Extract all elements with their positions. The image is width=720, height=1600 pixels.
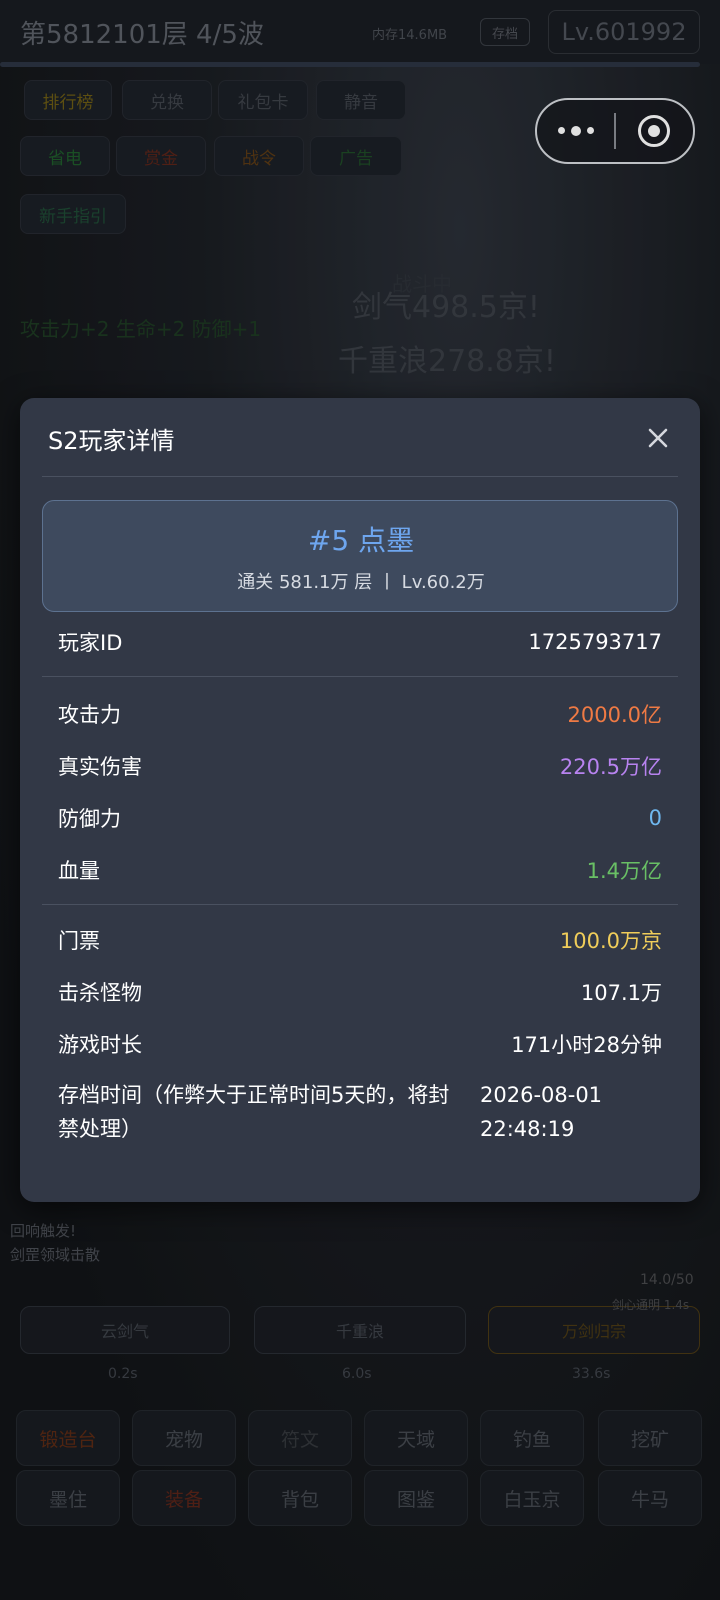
save-time-value: 2026-08-01 22:48:19 (480, 1083, 603, 1141)
ticket-label: 门票 (58, 929, 100, 953)
kills-value: 107.1万 (580, 981, 662, 1005)
playtime-value: 171小时28分钟 (511, 1033, 662, 1057)
stat-value-attack: 2000.0亿 (567, 703, 662, 727)
stat-value-defense: 0 (648, 806, 662, 830)
stat-row: 血量 1.4万亿 (58, 850, 662, 890)
kills-label: 击杀怪物 (58, 981, 142, 1005)
section-divider-2 (42, 904, 678, 905)
stat-value-true-damage: 220.5万亿 (559, 755, 662, 779)
close-icon (648, 428, 668, 448)
section-divider-1 (42, 676, 678, 677)
player-id-row: 玩家ID 1725793717 (58, 622, 662, 662)
misc-row: 门票 100.0万京 (58, 920, 662, 960)
player-detail-modal: S2玩家详情 #5 点墨 通关 581.1万 层 丨 Lv.60.2万 玩家ID… (20, 398, 700, 1202)
save-time-label: 存档时间（作弊大于正常时间5天的，将封禁处理） (58, 1083, 450, 1141)
misc-row: 击杀怪物 107.1万 (58, 972, 662, 1012)
close-button[interactable] (642, 422, 674, 454)
header-divider (42, 476, 678, 477)
playtime-label: 游戏时长 (58, 1033, 142, 1057)
stat-value-hp: 1.4万亿 (586, 859, 662, 883)
rank-summary: 通关 581.1万 层 丨 Lv.60.2万 (237, 572, 485, 593)
rank-player-name: #5 点墨 (307, 524, 415, 557)
stat-label-hp: 血量 (58, 859, 100, 883)
modal-title: S2玩家详情 (48, 426, 175, 455)
stat-label-defense: 防御力 (58, 807, 121, 831)
modal-header: S2玩家详情 (20, 398, 700, 478)
rank-card: #5 点墨 通关 581.1万 层 丨 Lv.60.2万 (42, 500, 678, 612)
ticket-value: 100.0万京 (559, 929, 662, 953)
player-id-value: 1725793717 (528, 630, 662, 654)
stat-row: 攻击力 2000.0亿 (58, 694, 662, 734)
stat-label-true-damage: 真实伤害 (58, 755, 142, 779)
stat-row: 真实伤害 220.5万亿 (58, 746, 662, 786)
misc-row: 游戏时长 171小时28分钟 (58, 1024, 662, 1064)
stat-label-attack: 攻击力 (58, 703, 121, 727)
player-id-label: 玩家ID (58, 631, 123, 655)
stat-row: 防御力 0 (58, 798, 662, 838)
